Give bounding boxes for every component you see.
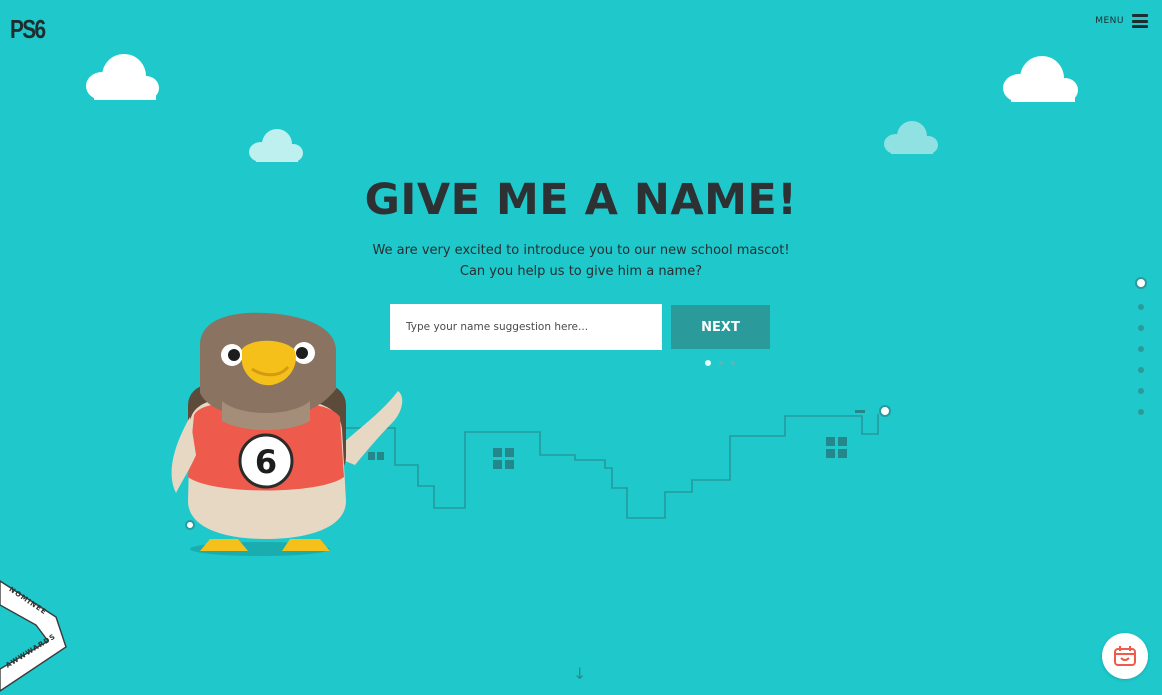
step-dot[interactable] — [719, 361, 723, 365]
section-nav-dot[interactable] — [1138, 409, 1144, 415]
calendar-button[interactable] — [1102, 633, 1148, 679]
name-suggestion-input[interactable] — [390, 304, 662, 350]
award-badge[interactable]: NOMINEE AWWWARDS — [0, 575, 70, 695]
cloud-icon — [884, 121, 938, 154]
shirt-number: 6 — [255, 443, 277, 481]
section-nav-dot[interactable] — [1138, 346, 1144, 352]
step-indicator — [705, 360, 735, 366]
mascot-illustration: 6 — [171, 312, 403, 556]
section-nav — [1135, 277, 1147, 415]
cloud-icon — [86, 54, 159, 100]
intro-text: We are very excited to introduce you to … — [0, 240, 1162, 282]
section-nav-dot[interactable] — [1138, 304, 1144, 310]
window-icon — [493, 448, 514, 469]
intro-line-2: Can you help us to give him a name? — [459, 264, 703, 279]
step-dot[interactable] — [731, 361, 735, 365]
menu-button[interactable]: MENU — [1095, 14, 1148, 28]
hamburger-icon — [1132, 14, 1148, 28]
section-nav-dot[interactable] — [1138, 388, 1144, 394]
window-icon — [826, 437, 847, 458]
menu-label: MENU — [1095, 16, 1124, 26]
logo[interactable]: PS6 — [10, 14, 46, 45]
calendar-icon — [1114, 646, 1136, 666]
intro-line-1: We are very excited to introduce you to … — [372, 243, 790, 258]
section-nav-dot[interactable] — [1138, 367, 1144, 373]
cloud-icon — [249, 129, 303, 162]
section-nav-dot[interactable] — [1138, 325, 1144, 331]
cloud-icon — [1003, 56, 1078, 102]
arrow-down-icon[interactable]: ↓ — [573, 664, 586, 683]
step-dot[interactable] — [705, 360, 711, 366]
next-button[interactable]: NEXT — [671, 305, 770, 349]
page-title: GIVE ME A NAME! — [364, 175, 798, 225]
section-nav-dot[interactable] — [1135, 277, 1147, 289]
